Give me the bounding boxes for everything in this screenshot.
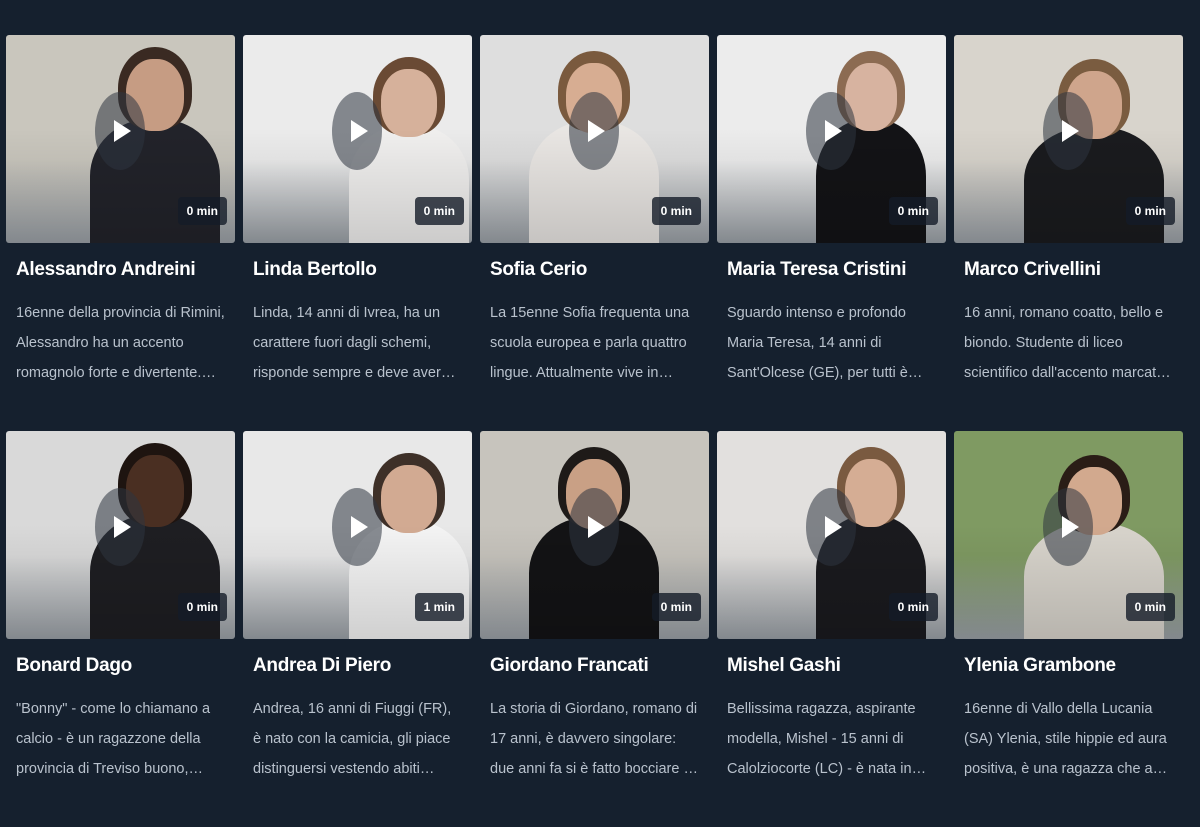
video-description: Sguardo intenso e profondo Maria Teresa,… bbox=[727, 305, 908, 381]
video-description: Andrea, 16 anni di Fiuggi (FR), è nato c… bbox=[253, 701, 452, 777]
video-thumbnail[interactable]: 0 min bbox=[6, 431, 235, 639]
duration-badge: 0 min bbox=[177, 197, 227, 225]
duration-badge: 0 min bbox=[888, 593, 938, 621]
video-description: La storia di Giordano, romano di 17 anni… bbox=[490, 701, 698, 777]
play-icon[interactable] bbox=[806, 92, 856, 170]
video-card[interactable]: 0 min Giordano Francati La storia di Gio… bbox=[480, 431, 709, 827]
play-icon[interactable] bbox=[569, 92, 619, 170]
video-thumbnail[interactable]: 0 min bbox=[480, 35, 709, 243]
duration-badge: 1 min bbox=[414, 593, 464, 621]
video-thumbnail[interactable]: 0 min bbox=[954, 35, 1183, 243]
video-description: 16enne della provincia di Rimini, Alessa… bbox=[16, 305, 225, 381]
video-title[interactable]: Maria Teresa Cristini bbox=[727, 259, 907, 281]
video-card[interactable]: 0 min Marco Crivellini 16 anni, romano c… bbox=[954, 35, 1183, 431]
video-description: 16enne di Vallo della Lucania (SA) Yleni… bbox=[964, 701, 1173, 777]
video-card[interactable]: 0 min Sofia Cerio La 15enne Sofia freque… bbox=[480, 35, 709, 431]
duration-badge: 0 min bbox=[1125, 197, 1175, 225]
duration-badge: 0 min bbox=[414, 197, 464, 225]
video-card[interactable]: 0 min Alessandro Andreini 16enne della p… bbox=[6, 35, 235, 431]
video-thumbnail[interactable]: 1 min bbox=[243, 431, 472, 639]
duration-badge: 0 min bbox=[177, 593, 227, 621]
play-icon[interactable] bbox=[95, 488, 145, 566]
video-description: 16 anni, romano coatto, bello e biondo. … bbox=[964, 305, 1169, 381]
video-card[interactable]: 0 min Mishel Gashi Bellissima ragazza, a… bbox=[717, 431, 946, 827]
video-thumbnail[interactable]: 0 min bbox=[6, 35, 235, 243]
video-title[interactable]: Mishel Gashi bbox=[727, 655, 841, 677]
duration-badge: 0 min bbox=[651, 197, 701, 225]
video-thumbnail[interactable]: 0 min bbox=[243, 35, 472, 243]
video-description: "Bonny" - come lo chiamano a calcio - è … bbox=[16, 701, 211, 777]
video-title[interactable]: Giordano Francati bbox=[490, 655, 649, 677]
video-title[interactable]: Bonard Dago bbox=[16, 655, 132, 677]
play-icon[interactable] bbox=[569, 488, 619, 566]
video-card[interactable]: 0 min Maria Teresa Cristini Sguardo inte… bbox=[717, 35, 946, 431]
video-title[interactable]: Linda Bertollo bbox=[253, 259, 377, 281]
video-thumbnail[interactable]: 0 min bbox=[480, 431, 709, 639]
play-icon[interactable] bbox=[1043, 488, 1093, 566]
video-title[interactable]: Marco Crivellini bbox=[964, 259, 1101, 281]
video-title[interactable]: Sofia Cerio bbox=[490, 259, 587, 281]
duration-badge: 0 min bbox=[1125, 593, 1175, 621]
duration-badge: 0 min bbox=[888, 197, 938, 225]
video-card[interactable]: 0 min Ylenia Grambone 16enne di Vallo de… bbox=[954, 431, 1183, 827]
duration-badge: 0 min bbox=[651, 593, 701, 621]
video-title[interactable]: Alessandro Andreini bbox=[16, 259, 196, 281]
play-icon[interactable] bbox=[1043, 92, 1093, 170]
play-icon[interactable] bbox=[806, 488, 856, 566]
play-icon[interactable] bbox=[95, 92, 145, 170]
video-card[interactable]: 1 min Andrea Di Piero Andrea, 16 anni di… bbox=[243, 431, 472, 827]
video-thumbnail[interactable]: 0 min bbox=[717, 431, 946, 639]
video-thumbnail[interactable]: 0 min bbox=[954, 431, 1183, 639]
video-title[interactable]: Andrea Di Piero bbox=[253, 655, 391, 677]
play-icon[interactable] bbox=[332, 92, 382, 170]
video-description: Linda, 14 anni di Ivrea, ha un carattere… bbox=[253, 305, 449, 381]
video-title[interactable]: Ylenia Grambone bbox=[964, 655, 1116, 677]
video-description: Bellissima ragazza, aspirante modella, M… bbox=[727, 701, 916, 777]
video-thumbnail[interactable]: 0 min bbox=[717, 35, 946, 243]
video-description: La 15enne Sofia frequenta una scuola eur… bbox=[490, 305, 690, 381]
video-card[interactable]: 0 min Linda Bertollo Linda, 14 anni di I… bbox=[243, 35, 472, 431]
video-card[interactable]: 0 min Bonard Dago "Bonny" - come lo chia… bbox=[6, 431, 235, 827]
play-icon[interactable] bbox=[332, 488, 382, 566]
video-grid: 0 min Alessandro Andreini 16enne della p… bbox=[6, 35, 1194, 827]
